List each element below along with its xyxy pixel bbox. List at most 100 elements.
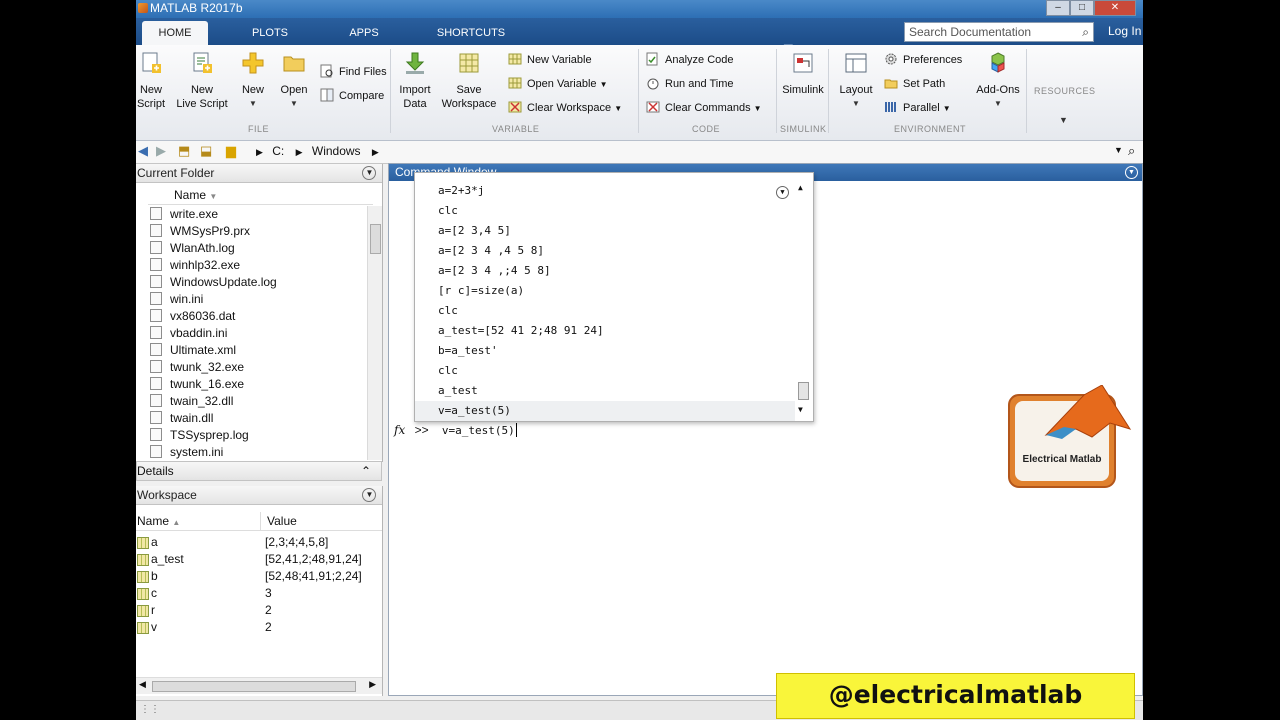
- close-button[interactable]: ✕: [1094, 0, 1136, 16]
- scroll-down-icon[interactable]: ▼: [798, 405, 803, 414]
- history-entry[interactable]: a=[2 3 4 ,;4 5 8]: [438, 261, 551, 281]
- file-list-item[interactable]: vbaddin.ini: [150, 325, 227, 342]
- parallel-dropdown-icon[interactable]: ▼: [943, 104, 951, 113]
- history-entry[interactable]: a=[2 3,4 5]: [438, 221, 511, 241]
- file-list-item[interactable]: twain.dll: [150, 410, 213, 427]
- history-entry[interactable]: a=[2 3 4 ,4 5 8]: [438, 241, 544, 261]
- file-list-item[interactable]: write.exe: [150, 206, 218, 223]
- history-entry[interactable]: clc: [438, 301, 458, 321]
- workspace-row[interactable]: a [2,3;4;4,5,8]: [136, 534, 382, 551]
- new-dropdown-icon[interactable]: ▼: [236, 97, 270, 111]
- function-browser-icon[interactable]: fx: [394, 423, 405, 437]
- workspace-row[interactable]: c3: [136, 585, 382, 602]
- details-panel-header[interactable]: Details ⌃: [136, 461, 382, 481]
- open-variable-dropdown-icon[interactable]: ▼: [600, 80, 608, 89]
- history-entry[interactable]: b=a_test': [438, 341, 498, 361]
- file-list-item[interactable]: winhlp32.exe: [150, 257, 240, 274]
- compare-button[interactable]: Compare: [320, 87, 384, 105]
- workspace-row[interactable]: r2: [136, 602, 382, 619]
- name-column-header[interactable]: Name ▼: [148, 186, 373, 205]
- addons-button[interactable]: Add-Ons ▼: [974, 51, 1022, 111]
- addons-dropdown-icon[interactable]: ▼: [974, 97, 1022, 111]
- clear-workspace-button[interactable]: Clear Workspace ▼: [508, 99, 622, 117]
- history-entry[interactable]: a=2+3*j: [438, 181, 484, 201]
- history-entry[interactable]: clc: [438, 201, 458, 221]
- forward-arrow-icon[interactable]: ▶: [156, 143, 166, 159]
- browse-folder-icon[interactable]: ⬓: [200, 143, 212, 159]
- scrollbar-thumb[interactable]: [370, 224, 381, 254]
- analyze-code-button[interactable]: Analyze Code: [646, 51, 734, 69]
- command-history-popup[interactable]: a=2+3*j clc a=[2 3,4 5] a=[2 3 4 ,4 5 8] a=[…: [414, 172, 814, 422]
- root-folder-icon[interactable]: ▆: [226, 143, 236, 159]
- file-list-item[interactable]: win.ini: [150, 291, 203, 308]
- layout-dropdown-icon[interactable]: ▼: [836, 97, 876, 111]
- file-list-item[interactable]: WindowsUpdate.log: [150, 274, 277, 291]
- command-prompt-line[interactable]: fx >> v=a_test(5): [394, 423, 521, 437]
- workspace-row[interactable]: v2: [136, 619, 382, 636]
- file-list-item[interactable]: twain_32.dll: [150, 393, 233, 410]
- back-arrow-icon[interactable]: ◀: [138, 143, 148, 159]
- command-input[interactable]: v=a_test(5): [442, 424, 515, 437]
- collapse-icon[interactable]: ⌃: [361, 462, 371, 480]
- ws-value-column[interactable]: Value: [267, 512, 297, 530]
- parallel-button[interactable]: Parallel ▼: [884, 99, 951, 117]
- file-list-item[interactable]: Ultimate.xml: [150, 342, 236, 359]
- preferences-button[interactable]: Preferences: [884, 51, 962, 69]
- clear-workspace-dropdown-icon[interactable]: ▼: [614, 104, 622, 113]
- open-variable-button[interactable]: Open Variable ▼: [508, 75, 608, 93]
- save-workspace-button[interactable]: Save Workspace: [440, 51, 498, 111]
- breadcrumb-drive[interactable]: C:: [272, 144, 284, 158]
- history-entry[interactable]: v=a_test(5): [415, 401, 795, 421]
- panel-actions-icon[interactable]: ▼: [362, 166, 376, 180]
- new-script-button[interactable]: New Script: [136, 51, 166, 111]
- scrollbar-thumb[interactable]: [798, 382, 809, 400]
- file-list-item[interactable]: vx86036.dat: [150, 308, 235, 325]
- path-dropdown-icon[interactable]: ▼: [1114, 145, 1123, 155]
- panel-actions-icon[interactable]: ▼: [362, 488, 376, 502]
- file-list-item[interactable]: twunk_32.exe: [150, 359, 244, 376]
- history-entry[interactable]: a_test=[52 41 2;48 91 24]: [438, 321, 604, 341]
- history-entry[interactable]: a_test: [438, 381, 478, 401]
- breadcrumb-windows[interactable]: Windows: [312, 144, 361, 158]
- search-documentation-input[interactable]: Search Documentation ⌕: [904, 22, 1094, 42]
- tab-home[interactable]: HOME: [142, 21, 208, 45]
- file-list-item[interactable]: twunk_16.exe: [150, 376, 244, 393]
- tab-shortcuts[interactable]: SHORTCUTS: [426, 21, 516, 45]
- history-entry[interactable]: [r c]=size(a): [438, 281, 524, 301]
- history-entry[interactable]: clc: [438, 361, 458, 381]
- new-variable-button[interactable]: New Variable: [508, 51, 592, 69]
- find-files-button[interactable]: Find Files: [320, 63, 387, 81]
- file-list-item[interactable]: system.ini: [150, 444, 223, 461]
- open-button[interactable]: Open ▼: [278, 51, 310, 111]
- minimize-button[interactable]: –: [1046, 0, 1070, 16]
- resources-dropdown-icon[interactable]: ▼: [1059, 115, 1068, 125]
- maximize-button[interactable]: □: [1070, 0, 1094, 16]
- login-link[interactable]: Log In: [1108, 24, 1141, 38]
- scrollbar-thumb[interactable]: [152, 681, 356, 692]
- tab-plots[interactable]: PLOTS: [236, 21, 304, 45]
- clear-commands-dropdown-icon[interactable]: ▼: [754, 104, 762, 113]
- file-list-item[interactable]: WMSysPr9.prx: [150, 223, 250, 240]
- import-data-button[interactable]: Import Data: [398, 51, 432, 111]
- layout-button[interactable]: Layout ▼: [836, 51, 876, 111]
- new-button[interactable]: New ▼: [236, 51, 270, 111]
- history-actions-icon[interactable]: ▼: [776, 186, 789, 199]
- workspace-hscrollbar[interactable]: ◀ ▶: [136, 677, 382, 694]
- ws-name-column[interactable]: Name ▲: [137, 512, 180, 532]
- workspace-row[interactable]: b [52,48;41,91;2,24]: [136, 568, 382, 585]
- scroll-left-icon[interactable]: ◀: [139, 679, 146, 690]
- history-scrollbar[interactable]: ▲ ▼: [795, 183, 811, 419]
- file-list-scrollbar[interactable]: [367, 206, 382, 460]
- panel-actions-icon[interactable]: ▼: [1125, 166, 1138, 179]
- tab-apps[interactable]: APPS: [332, 21, 396, 45]
- workspace-row[interactable]: a_test [52,41,2;48,91,24]: [136, 551, 382, 568]
- scroll-up-icon[interactable]: ▲: [798, 183, 803, 192]
- open-dropdown-icon[interactable]: ▼: [278, 97, 310, 111]
- file-list-item[interactable]: TSSysprep.log: [150, 427, 249, 444]
- new-live-script-button[interactable]: New Live Script: [174, 51, 230, 111]
- set-path-button[interactable]: Set Path: [884, 75, 945, 93]
- run-and-time-button[interactable]: Run and Time: [646, 75, 733, 93]
- search-folder-icon[interactable]: ⌕: [1128, 143, 1135, 159]
- file-list-item[interactable]: WlanAth.log: [150, 240, 235, 257]
- scroll-right-icon[interactable]: ▶: [369, 679, 376, 690]
